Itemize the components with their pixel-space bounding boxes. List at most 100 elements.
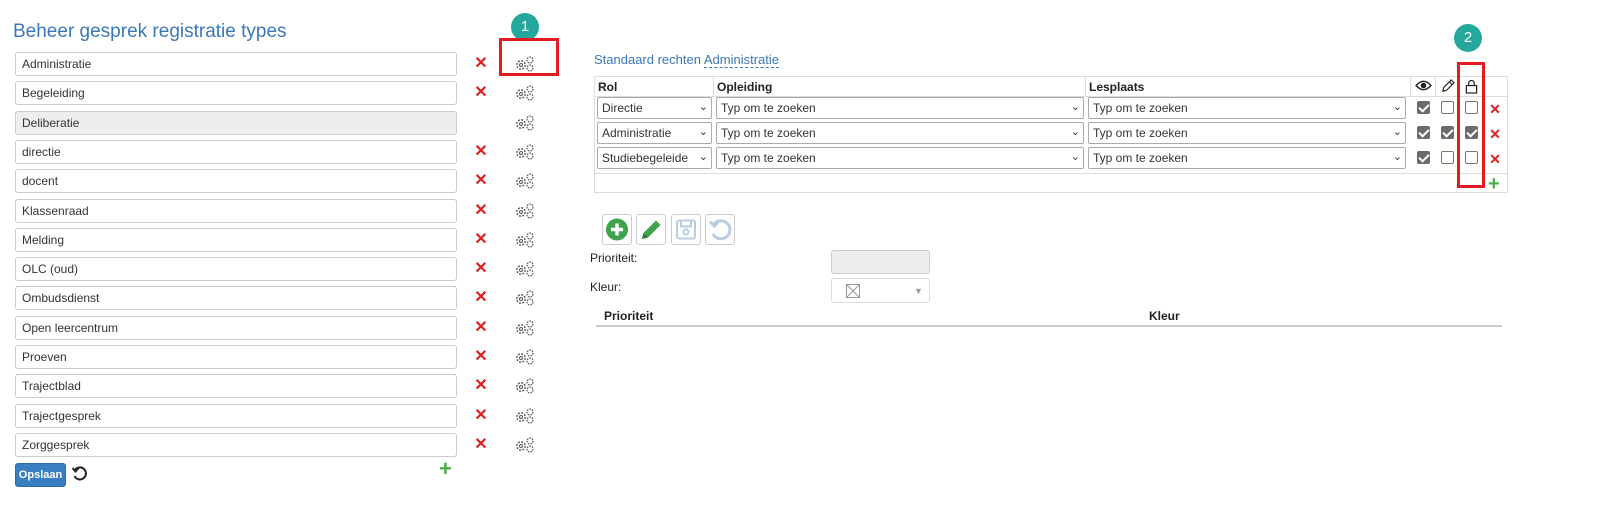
highlight-box-1 (499, 38, 559, 76)
standard-rights-title: Standaard rechten Administratie (594, 52, 780, 68)
opleiding-select-value: Typ om te zoeken (721, 101, 816, 115)
delete-type-button[interactable]: ✕ (474, 173, 488, 189)
opleiding-select[interactable]: Typ om te zoeken ⌄ (716, 122, 1084, 144)
view-checkbox[interactable] (1417, 126, 1430, 139)
type-name-input[interactable]: Zorggesprek (15, 432, 457, 457)
chevron-down-icon: ⌄ (698, 151, 708, 163)
edit-icon[interactable] (636, 214, 666, 245)
gears-icon[interactable] (514, 84, 536, 102)
add-permission-button[interactable]: + (1488, 174, 1500, 194)
kleur-select[interactable]: ▼ (831, 278, 930, 303)
prioriteit-input[interactable] (831, 250, 930, 274)
delete-type-button[interactable]: ✕ (474, 319, 488, 335)
lesplaats-select[interactable]: Typ om te zoeken ⌄ (1088, 97, 1406, 119)
delete-type-button[interactable]: ✕ (474, 378, 488, 394)
chevron-down-icon: ⌄ (698, 101, 708, 113)
list-header-prioriteit: Prioriteit (604, 309, 654, 323)
edit-checkbox[interactable] (1441, 126, 1454, 139)
gears-icon[interactable] (514, 348, 536, 366)
type-name-input[interactable]: Trajectgesprek (15, 403, 457, 428)
chevron-down-icon: ⌄ (1070, 126, 1080, 138)
chevron-down-icon: ⌄ (1392, 151, 1402, 163)
gears-icon[interactable] (514, 436, 536, 454)
opleiding-select[interactable]: Typ om te zoeken ⌄ (716, 147, 1084, 169)
chevron-down-icon: ⌄ (1070, 101, 1080, 113)
delete-type-button[interactable]: ✕ (474, 436, 488, 452)
chevron-down-icon: ⌄ (698, 126, 708, 138)
save-icon[interactable] (671, 214, 701, 245)
add-type-button[interactable]: + (439, 458, 452, 480)
annotation-badge-1: 1 (511, 13, 539, 41)
chevron-down-icon: ▼ (914, 286, 923, 296)
kleur-label: Kleur: (590, 280, 622, 294)
rol-select-value: Directie (602, 101, 643, 115)
delete-permission-button[interactable]: ✕ (1488, 152, 1502, 166)
undo-icon[interactable] (71, 465, 89, 483)
chevron-down-icon: ⌄ (1392, 101, 1402, 113)
list-header-divider (596, 325, 1502, 327)
type-name-input[interactable]: Begeleiding (15, 81, 457, 106)
opleiding-select-value: Typ om te zoeken (721, 126, 816, 140)
save-button[interactable]: Opslaan (15, 463, 66, 487)
gears-icon[interactable] (514, 289, 536, 307)
delete-type-button[interactable]: ✕ (474, 231, 488, 247)
rol-select-value: Studiebegeleide (602, 151, 689, 165)
header-opleiding: Opleiding (714, 77, 1086, 96)
gears-icon[interactable] (514, 231, 536, 249)
prioriteit-label: Prioriteit: (590, 251, 638, 265)
chevron-down-icon: ⌄ (1070, 151, 1080, 163)
gears-icon[interactable] (514, 319, 536, 337)
chevron-down-icon: ⌄ (1392, 126, 1402, 138)
delete-type-button[interactable]: ✕ (474, 261, 488, 277)
gears-icon[interactable] (514, 114, 536, 132)
delete-type-button[interactable]: ✕ (474, 349, 488, 365)
gears-icon[interactable] (514, 202, 536, 220)
gears-icon[interactable] (514, 377, 536, 395)
gears-icon[interactable] (514, 407, 536, 425)
type-name-input[interactable]: Trajectblad (15, 374, 457, 399)
type-name-input[interactable]: OLC (oud) (15, 257, 457, 282)
delete-type-button[interactable]: ✕ (474, 85, 488, 101)
lesplaats-select-value: Typ om te zoeken (1093, 151, 1188, 165)
opleiding-select[interactable]: Typ om te zoeken ⌄ (716, 97, 1084, 119)
delete-permission-button[interactable]: ✕ (1488, 127, 1502, 141)
add-circle-icon[interactable] (602, 214, 632, 245)
delete-type-button[interactable]: ✕ (474, 202, 488, 218)
lesplaats-select[interactable]: Typ om te zoeken ⌄ (1088, 147, 1406, 169)
rol-select-value: Administratie (602, 126, 672, 140)
header-lesplaats: Lesplaats (1086, 77, 1411, 96)
annotation-badge-2: 2 (1454, 24, 1482, 52)
view-checkbox[interactable] (1417, 151, 1430, 164)
lesplaats-select-value: Typ om te zoeken (1093, 126, 1188, 140)
standard-rights-link[interactable]: Administratie (703, 52, 780, 68)
view-checkbox[interactable] (1417, 101, 1430, 114)
rol-select[interactable]: Administratie ⌄ (597, 122, 712, 144)
type-name-input[interactable]: docent (15, 169, 457, 194)
type-name-input[interactable]: Administratie (15, 52, 457, 76)
type-name-input[interactable]: directie (15, 139, 457, 164)
type-name-input[interactable]: Proeven (15, 345, 457, 369)
type-name-input[interactable]: Ombudsdienst (15, 286, 457, 311)
standard-rights-prefix: Standaard rechten (594, 52, 701, 67)
gears-icon[interactable] (514, 143, 536, 161)
rol-select[interactable]: Directie ⌄ (597, 97, 712, 119)
edit-checkbox[interactable] (1441, 151, 1454, 164)
list-header-kleur: Kleur (1149, 309, 1180, 323)
gears-icon[interactable] (514, 260, 536, 278)
type-name-input[interactable]: Open leercentrum (15, 315, 457, 340)
rol-select[interactable]: Studiebegeleide ⌄ (597, 147, 712, 169)
permissions-table: Rol Opleiding Lesplaats Directie ⌄ Typ om … (594, 76, 1508, 194)
type-name-input[interactable]: Deliberatie (15, 110, 457, 135)
delete-permission-button[interactable]: ✕ (1488, 102, 1502, 116)
undo-toolbar-icon[interactable] (705, 214, 735, 245)
gears-icon[interactable] (514, 172, 536, 190)
type-name-input[interactable]: Melding (15, 227, 457, 252)
type-name-input[interactable]: Klassenraad (15, 198, 457, 223)
delete-type-button[interactable]: ✕ (474, 290, 488, 306)
edit-checkbox[interactable] (1441, 101, 1454, 114)
delete-type-button[interactable]: ✕ (474, 56, 488, 72)
delete-type-button[interactable]: ✕ (474, 143, 488, 159)
delete-type-button[interactable]: ✕ (474, 407, 488, 423)
lesplaats-select[interactable]: Typ om te zoeken ⌄ (1088, 122, 1406, 144)
eye-icon (1411, 77, 1436, 96)
